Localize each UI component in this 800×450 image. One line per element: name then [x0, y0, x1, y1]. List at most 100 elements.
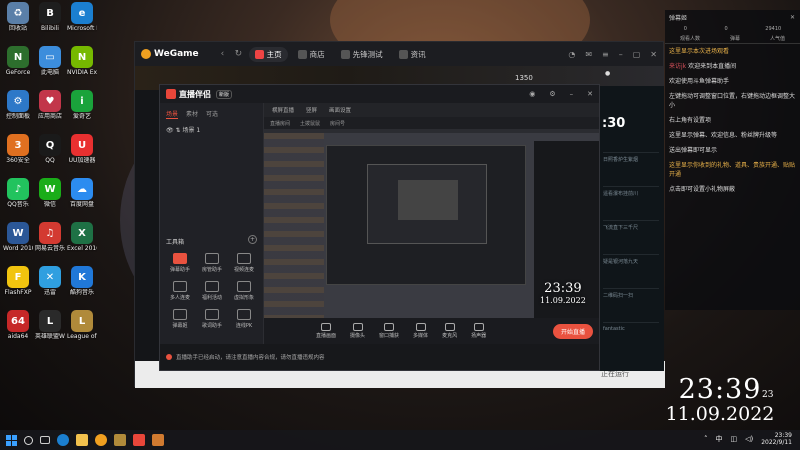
chevron-up-icon[interactable]: ˄ — [704, 435, 708, 443]
avatar[interactable]: ◉ — [529, 90, 535, 98]
tab-landscape[interactable]: 横屏直播 — [272, 106, 294, 114]
search-icon[interactable] — [24, 435, 33, 445]
desktop-icon[interactable]: 64 aida64 — [3, 310, 33, 340]
bell-icon[interactable]: ◔ — [568, 50, 575, 59]
danmu-taskbar-icon[interactable] — [152, 434, 164, 446]
edge-taskbar-icon[interactable] — [57, 434, 69, 446]
desktop-icon[interactable]: Q QQ — [35, 134, 65, 164]
start-button[interactable] — [6, 434, 17, 446]
desktop-icon[interactable]: LLeague of Legends — [67, 310, 97, 340]
desktop-icon[interactable]: ♫ 网易云音乐 — [35, 222, 65, 252]
source-control-button[interactable]: 窗口捕获 — [379, 323, 399, 339]
desktop-icon[interactable]: NNVIDIA Experience — [67, 46, 97, 76]
source-control-button[interactable]: 直播画面 — [316, 323, 336, 339]
mail-icon[interactable]: ✉ — [585, 50, 592, 59]
preview-clock-time: 23:39 — [544, 281, 582, 296]
desktop-icon[interactable]: ♻ 回收站 — [3, 2, 33, 32]
desktop-icon[interactable]: i 爱奇艺 — [67, 90, 97, 120]
tab-material[interactable]: 素材 — [186, 109, 198, 119]
volume-icon[interactable]: ◁) — [745, 435, 753, 443]
desktop-icon[interactable]: 3 360安全 — [3, 134, 33, 164]
desktop-icon[interactable]: ✕ 迅雷 — [35, 266, 65, 296]
tab-scene[interactable]: 场景 — [166, 109, 179, 119]
source-control-button[interactable]: 扬声器 — [471, 323, 486, 339]
tool-item[interactable]: 歌词助手 — [196, 309, 228, 329]
desktop-icon[interactable]: K 酷狗音乐 — [67, 266, 97, 296]
live-preview[interactable]: 横屏直播 竖屏 画面设置 直播房间 土拨鼠鼠 房间号 23:39 11.09.2… — [264, 103, 599, 344]
back-arrow-icon[interactable]: ‹ — [221, 49, 231, 59]
tool-item[interactable]: 多人连麦 — [164, 281, 196, 301]
desktop-icon[interactable]: ☁ 百度网盘 — [67, 178, 97, 208]
task-view-icon[interactable] — [40, 436, 50, 444]
desktop-icon[interactable]: N GeForce — [3, 46, 33, 76]
minimize-icon[interactable]: – — [619, 50, 623, 59]
tool-item[interactable]: 连线PK — [228, 309, 260, 329]
source-icon — [415, 323, 426, 331]
desktop-icon-label: 应用商店 — [37, 113, 62, 120]
lol-taskbar-icon[interactable] — [114, 434, 126, 446]
network-icon[interactable]: ◫ — [730, 435, 737, 443]
version-badge[interactable]: 新版 — [216, 89, 233, 99]
stat-value: 0 — [724, 26, 728, 32]
danmu-message: 欢迎使用斗鱼弹幕助手 — [665, 74, 800, 89]
settings-icon[interactable]: ⚙ — [549, 90, 555, 98]
minimize-icon[interactable]: – — [570, 90, 574, 98]
live-assistant-taskbar-icon[interactable] — [133, 434, 145, 446]
tab-portrait[interactable]: 竖屏 — [306, 106, 317, 114]
desktop-icon[interactable]: W Word 2010 — [3, 222, 33, 252]
tab-display-settings[interactable]: 画面设置 — [329, 106, 351, 114]
close-icon[interactable]: ✕ — [790, 14, 795, 21]
tab-beta[interactable]: 先锋测试 — [335, 47, 389, 62]
tool-item[interactable]: 福利活动 — [196, 281, 228, 301]
tab-viewers[interactable]: 观看人数 — [680, 35, 700, 42]
taskbar-clock[interactable]: 23:39 2022/9/11 — [761, 432, 792, 446]
scene-item[interactable]: 👁 ⇅ 场景 1 — [160, 123, 263, 136]
tab-popularity[interactable]: 人气值 — [770, 35, 785, 42]
wegame-taskbar-icon[interactable] — [95, 434, 107, 446]
lang-indicator[interactable]: 中 — [715, 434, 722, 444]
tab-news[interactable]: 资讯 — [393, 47, 432, 62]
store-icon — [297, 49, 307, 59]
status-text: 直播助手已经启动，请注意直播内容合规，请勿直播违规内容 — [176, 355, 325, 361]
tab-danmu[interactable]: 弹幕 — [730, 35, 740, 42]
desktop-icon[interactable]: ⚙ 控制面板 — [3, 90, 33, 120]
desktop-icon[interactable]: ▭ 此电脑 — [35, 46, 65, 76]
tool-label: 多人连麦 — [169, 295, 190, 301]
tab-home[interactable]: 主页 — [248, 46, 288, 62]
menu-icon[interactable]: ≡ — [602, 50, 609, 59]
desktop-icon-label: aida64 — [7, 333, 29, 340]
explorer-taskbar-icon[interactable] — [76, 434, 88, 446]
app-icon: U — [71, 134, 93, 156]
desktop-icon[interactable]: B Bilibili — [35, 2, 65, 32]
start-live-button[interactable]: 开始直播 — [552, 323, 593, 339]
desktop-icon[interactable]: ♪ QQ音乐 — [3, 178, 33, 208]
avatar[interactable]: ● — [605, 70, 610, 77]
tool-item[interactable]: 弹幕助手 — [164, 253, 196, 273]
tab-store[interactable]: 商店 — [292, 47, 331, 62]
desktop-icon[interactable]: W 微信 — [35, 178, 65, 208]
close-icon[interactable]: ✕ — [650, 50, 657, 59]
app-icon: W — [7, 222, 29, 244]
desktop-icon[interactable]: L英雄联盟WeGame版 — [35, 310, 65, 340]
tab-optional[interactable]: 可选 — [206, 109, 218, 119]
tool-item[interactable]: 视频连麦 — [228, 253, 260, 273]
tool-label: 弹幕姬 — [172, 323, 188, 329]
add-tool-button[interactable]: + — [248, 235, 257, 244]
assistant-logo-text: 直播伴侣 — [179, 89, 211, 99]
desktop-icon[interactable]: ♥ 应用商店 — [35, 90, 65, 120]
tool-item[interactable]: 虚拟形象 — [228, 281, 260, 301]
wegame-logo[interactable]: WeGame — [141, 49, 199, 59]
desktop-icon[interactable]: eMicrosoft Edge — [67, 2, 97, 32]
close-icon[interactable]: ✕ — [587, 90, 593, 98]
source-control-button[interactable]: 摄像头 — [350, 323, 365, 339]
danmu-username[interactable]: 来访jk — [669, 63, 686, 70]
desktop-icon[interactable]: X Excel 2010 — [67, 222, 97, 252]
desktop-icon[interactable]: U UU加速器 — [67, 134, 97, 164]
refresh-icon[interactable]: ↻ — [235, 49, 245, 59]
maximize-icon[interactable]: ▢ — [633, 50, 641, 59]
source-control-button[interactable]: 多媒体 — [413, 323, 428, 339]
tool-item[interactable]: 房管助手 — [196, 253, 228, 273]
desktop-icon[interactable]: F FlashFXP — [3, 266, 33, 296]
source-control-button[interactable]: 麦克风 — [442, 323, 457, 339]
tool-item[interactable]: 弹幕姬 — [164, 309, 196, 329]
